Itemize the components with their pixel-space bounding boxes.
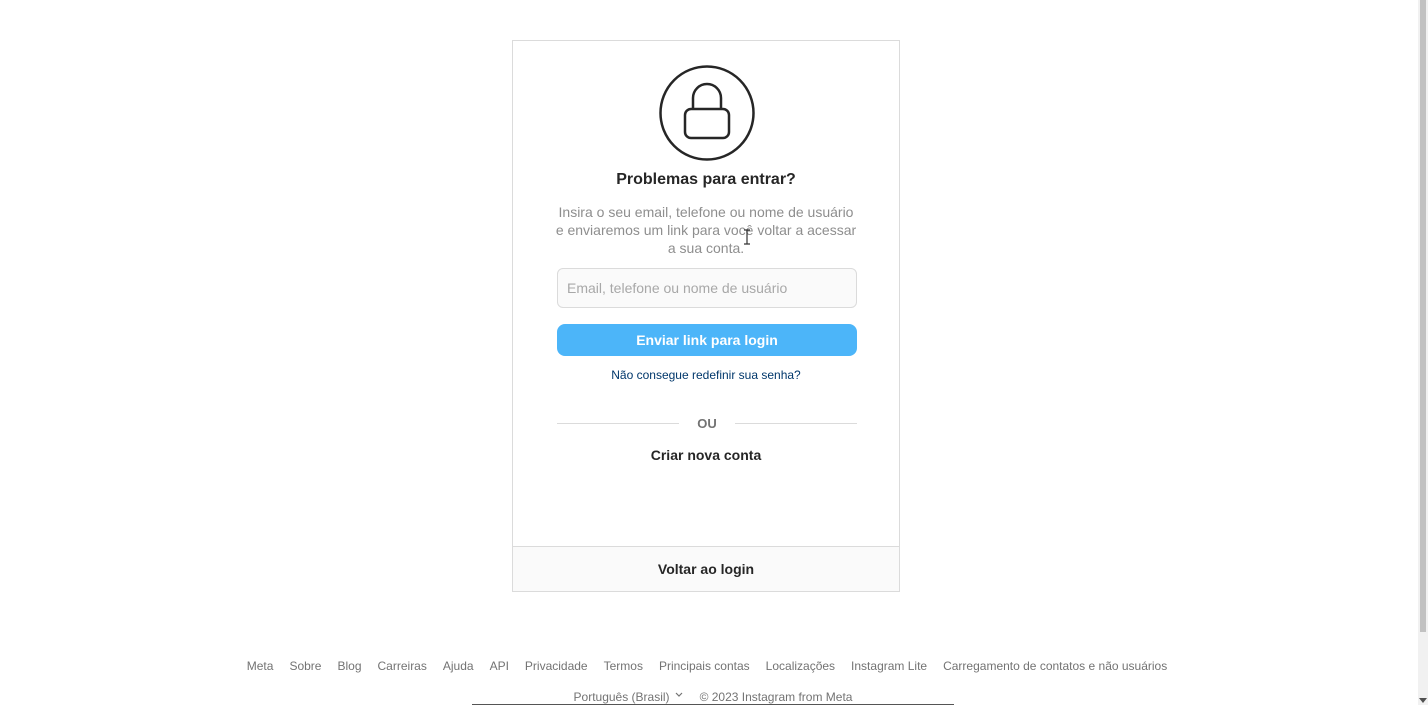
vertical-scrollbar[interactable] xyxy=(1418,0,1428,705)
footer-link-instagram-lite[interactable]: Instagram Lite xyxy=(851,659,927,673)
copyright-text: © 2023 Instagram from Meta xyxy=(699,690,853,704)
chevron-down-icon xyxy=(675,692,682,697)
back-to-login-label: Voltar ao login xyxy=(657,561,755,577)
lock-icon xyxy=(659,65,755,161)
footer-link-principais-contas[interactable]: Principais contas xyxy=(659,659,750,673)
cannot-reset-link[interactable]: Não consegue redefinir sua senha? xyxy=(513,368,899,382)
footer-link-privacidade[interactable]: Privacidade xyxy=(525,659,588,673)
create-account-link[interactable]: Criar nova conta xyxy=(513,447,899,463)
identifier-input[interactable] xyxy=(557,268,857,308)
language-selector[interactable]: Português (Brasil) xyxy=(574,690,684,704)
page-title: Problemas para entrar? xyxy=(616,171,796,188)
or-divider: OU xyxy=(557,415,857,431)
footer-link-carregamento-contatos[interactable]: Carregamento de contatos e não usuários xyxy=(943,659,1167,673)
send-login-link-button[interactable]: Enviar link para login xyxy=(557,324,857,356)
footer-link-blog[interactable]: Blog xyxy=(337,659,361,673)
divider-label: OU xyxy=(697,415,717,431)
scroll-down-arrow-icon[interactable] xyxy=(1419,698,1427,703)
divider-line xyxy=(557,422,680,424)
footer-link-termos[interactable]: Termos xyxy=(604,659,643,673)
language-label: Português (Brasil) xyxy=(573,690,670,704)
footer-link-api[interactable]: API xyxy=(490,659,509,673)
instructions-text: Insira o seu email, telefone ou nome de … xyxy=(555,204,857,256)
footer-link-localizacoes[interactable]: Localizações xyxy=(766,659,835,673)
footer-link-meta[interactable]: Meta xyxy=(247,659,274,673)
back-to-login-button[interactable]: Voltar ao login xyxy=(513,546,899,591)
scrollbar-thumb[interactable] xyxy=(1420,0,1426,632)
divider-line xyxy=(734,422,857,424)
footer-link-sobre[interactable]: Sobre xyxy=(289,659,321,673)
footer-link-ajuda[interactable]: Ajuda xyxy=(443,659,474,673)
footer-bottom: Português (Brasil) © 2023 Instagram from… xyxy=(472,690,954,705)
footer-links: Meta Sobre Blog Carreiras Ajuda API Priv… xyxy=(0,659,1414,673)
footer-link-carreiras[interactable]: Carreiras xyxy=(378,659,427,673)
text-cursor-icon xyxy=(744,229,750,245)
password-reset-card: Problemas para entrar? Insira o seu emai… xyxy=(512,40,900,592)
